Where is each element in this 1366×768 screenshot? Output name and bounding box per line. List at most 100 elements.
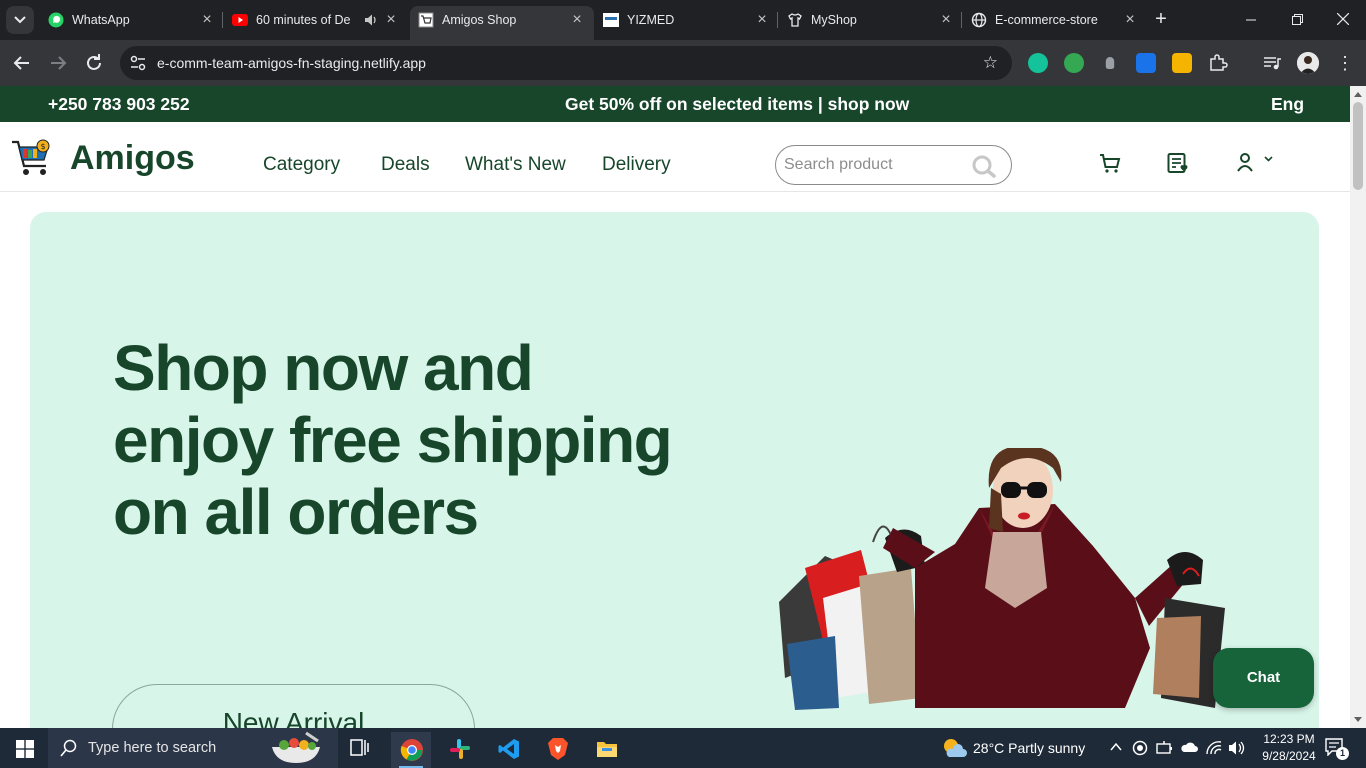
browser-tab-strip: WhatsApp × 60 minutes of Dee × Amigos Sh…	[0, 0, 1366, 40]
language-selector[interactable]: Eng	[1271, 94, 1304, 115]
globe-icon	[971, 12, 987, 28]
tab-myshop[interactable]: MyShop ×	[779, 6, 963, 34]
hero-heading-line: enjoy free shipping	[113, 404, 673, 476]
tab-close-icon[interactable]: ×	[384, 12, 398, 28]
tab-title: WhatsApp	[72, 13, 130, 27]
forward-arrow-icon[interactable]	[46, 51, 70, 75]
task-view-icon[interactable]	[350, 739, 370, 757]
search-input[interactable]	[784, 154, 964, 176]
taskbar-vscode[interactable]	[489, 732, 529, 768]
tab-close-icon[interactable]: ×	[200, 12, 214, 28]
extension-icon[interactable]	[1064, 53, 1084, 73]
logo-cart-icon[interactable]: $	[10, 138, 54, 178]
restore-button[interactable]	[1274, 0, 1320, 40]
brave-icon	[548, 738, 568, 760]
weather-text[interactable]: 28°C Partly sunny	[973, 740, 1085, 756]
download-extension-icon[interactable]	[1136, 53, 1156, 73]
user-account-icon[interactable]	[1235, 152, 1275, 174]
chevron-up-icon[interactable]	[1110, 742, 1122, 752]
tab-close-icon[interactable]: ×	[570, 12, 584, 28]
grammarly-extension-icon[interactable]	[1028, 53, 1048, 73]
promo-offer-link[interactable]: Get 50% off on selected items | shop now	[565, 94, 909, 115]
tab-search-button[interactable]	[6, 6, 34, 34]
record-icon[interactable]	[1132, 740, 1148, 756]
minimize-icon	[1246, 19, 1256, 21]
extensions-puzzle-icon[interactable]	[1208, 53, 1228, 73]
hero-heading-line: on all orders	[113, 476, 479, 548]
taskbar-chrome[interactable]	[391, 732, 431, 768]
nav-category[interactable]: Category	[263, 154, 340, 176]
media-control-icon[interactable]	[1262, 53, 1282, 73]
tab-title: 60 minutes of Dee	[256, 13, 351, 27]
tab-ecommerce-store[interactable]: E-commerce-store ×	[963, 6, 1147, 34]
tab-whatsapp[interactable]: WhatsApp ×	[40, 6, 224, 34]
taskbar-search-text: Type here to search	[88, 740, 217, 756]
speaker-icon[interactable]	[364, 13, 378, 27]
taskbar-slack[interactable]	[440, 732, 480, 768]
browser-menu-icon[interactable]: ⋮	[1336, 52, 1354, 74]
contact-phone: +250 783 903 252	[48, 94, 190, 114]
tab-youtube[interactable]: 60 minutes of Dee ×	[224, 6, 408, 34]
bookmark-star-icon[interactable]: ☆	[983, 53, 998, 73]
salad-bowl-icon	[272, 731, 320, 763]
svg-text:$: $	[40, 142, 45, 151]
shopping-woman-image	[779, 448, 1225, 710]
battery-charging-icon[interactable]	[1156, 740, 1174, 756]
site-header: $ Amigos Category Deals What's New Deliv…	[0, 122, 1350, 192]
extension-icon[interactable]	[1172, 53, 1192, 73]
clock-date: 9/28/2024	[1262, 749, 1316, 763]
scrollbar-thumb[interactable]	[1353, 102, 1363, 190]
wifi-icon[interactable]	[1205, 740, 1223, 756]
nav-deals[interactable]: Deals	[381, 154, 430, 176]
back-arrow-icon[interactable]	[10, 51, 34, 75]
scroll-up-arrow[interactable]	[1354, 92, 1362, 97]
chat-button[interactable]: Chat	[1213, 648, 1314, 708]
windows-start-icon[interactable]	[16, 740, 34, 758]
hero-heading-line: Shop now and	[113, 332, 534, 404]
onedrive-cloud-icon[interactable]	[1180, 741, 1198, 753]
taskbar-clock[interactable]: 12:23 PM 9/28/2024	[1256, 731, 1322, 765]
taskbar-brave[interactable]	[538, 732, 578, 768]
taskbar-file-explorer[interactable]	[587, 732, 627, 768]
notification-center-button[interactable]: 1	[1325, 738, 1349, 760]
weather-partly-sunny-icon[interactable]	[941, 735, 967, 761]
site-settings-icon[interactable]	[128, 53, 148, 73]
profile-avatar[interactable]	[1297, 52, 1319, 74]
tab-amigos-shop[interactable]: Amigos Shop ×	[410, 6, 594, 40]
taskbar-search-box[interactable]: Type here to search	[48, 728, 338, 768]
browser-toolbar: e-comm-team-amigos-fn-staging.netlify.ap…	[0, 40, 1366, 86]
address-bar[interactable]: e-comm-team-amigos-fn-staging.netlify.ap…	[120, 46, 1012, 80]
nav-whats-new[interactable]: What's New	[465, 154, 566, 176]
tab-separator	[777, 12, 778, 28]
wishlist-icon[interactable]	[1167, 152, 1191, 176]
cart-icon[interactable]	[1099, 152, 1121, 174]
tab-close-icon[interactable]: ×	[755, 12, 769, 28]
close-window-button[interactable]	[1320, 0, 1366, 40]
extension-icon[interactable]	[1105, 57, 1115, 69]
vscode-icon	[498, 739, 519, 759]
tab-title: Amigos Shop	[442, 13, 517, 27]
clock-time: 12:23 PM	[1263, 732, 1315, 746]
logo-text[interactable]: Amigos	[70, 139, 195, 178]
scroll-down-arrow[interactable]	[1354, 717, 1362, 722]
reload-icon[interactable]	[82, 51, 106, 75]
new-arrival-button[interactable]: New Arrival	[112, 684, 475, 728]
volume-icon[interactable]	[1228, 740, 1246, 756]
avatar-icon	[1297, 52, 1319, 74]
tab-close-icon[interactable]: ×	[939, 12, 953, 28]
notification-count-badge: 1	[1336, 747, 1349, 760]
slack-icon	[450, 739, 470, 759]
tab-yizmed[interactable]: YIZMED ×	[595, 6, 779, 34]
nav-delivery[interactable]: Delivery	[602, 154, 671, 176]
chevron-down-icon	[14, 16, 26, 24]
page-scrollbar[interactable]	[1350, 86, 1366, 728]
search-icon[interactable]	[971, 154, 997, 178]
minimize-button[interactable]	[1228, 0, 1274, 40]
tab-separator	[961, 12, 962, 28]
shirt-icon	[788, 13, 802, 27]
search-icon	[60, 739, 77, 757]
new-tab-button[interactable]: +	[1150, 8, 1172, 30]
url-text[interactable]: e-comm-team-amigos-fn-staging.netlify.ap…	[157, 55, 426, 71]
tab-close-icon[interactable]: ×	[1123, 12, 1137, 28]
windows-taskbar: Type here to search 28°C Partly sunny 12…	[0, 728, 1366, 768]
